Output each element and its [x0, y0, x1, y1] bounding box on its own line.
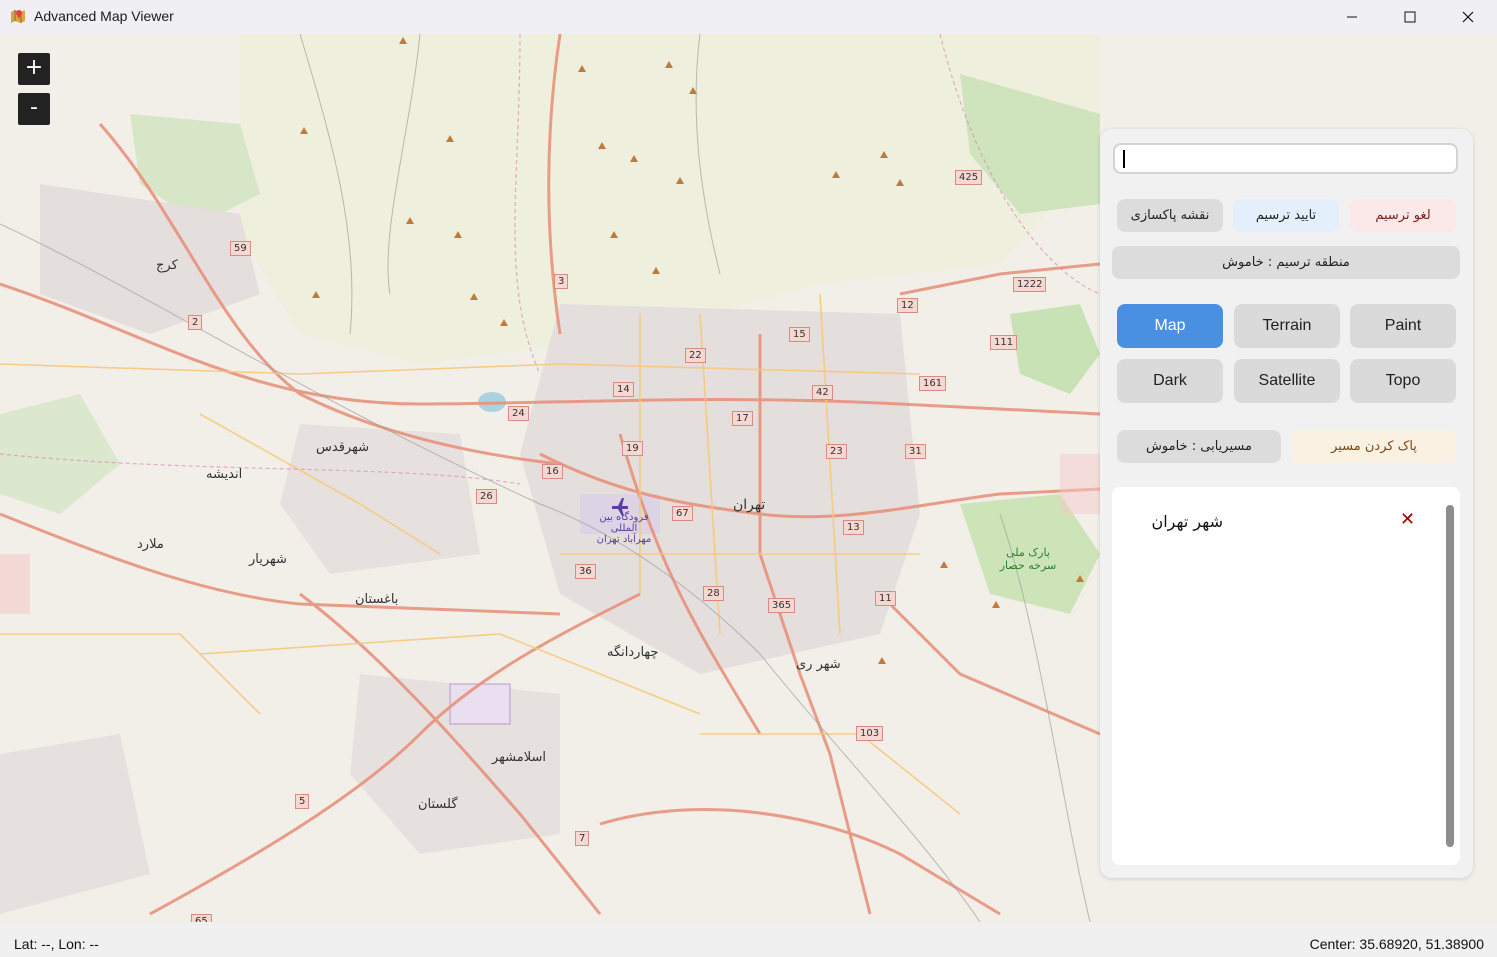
draw-area-status-button[interactable]: منطقه ترسیم : خاموش: [1112, 246, 1460, 279]
road-shield: 22: [685, 348, 706, 363]
maximize-icon: [1404, 11, 1416, 23]
map-app-icon: [11, 10, 25, 23]
layer-topo-button[interactable]: Topo: [1350, 359, 1456, 403]
road-shield: 5: [295, 794, 310, 809]
city-label-golestan: گلستان: [418, 797, 458, 812]
road-shield: 1222: [1013, 277, 1047, 292]
zoom-out-button[interactable]: -: [18, 93, 50, 125]
minimize-button[interactable]: [1323, 0, 1381, 34]
road-shield: 12: [897, 298, 918, 313]
park-label-sorkheh-hesar: پارک ملی سرخه حصار: [999, 546, 1057, 572]
cursor-coordinates: Lat: --, Lon: --: [14, 936, 99, 952]
airport-label: فرودگاه بین المللی مهرآباد تهران: [596, 512, 652, 545]
city-label-shahr-rey: شهر ری: [796, 657, 841, 672]
info-card: شهر تهران ✕: [1112, 487, 1460, 865]
road-shield: 425: [955, 170, 983, 185]
road-shield: 59: [230, 241, 251, 256]
confirm-draw-button[interactable]: تایید ترسیم: [1233, 199, 1339, 232]
road-shield: 31: [905, 444, 926, 459]
road-shield: 65: [191, 914, 212, 922]
road-shield: 14: [613, 382, 634, 397]
layer-satellite-button[interactable]: Satellite: [1234, 359, 1340, 403]
road-shield: 16: [542, 464, 563, 479]
city-label-andisheh: اندیشه: [206, 467, 243, 482]
road-shield: 365: [768, 598, 796, 613]
zoom-in-button[interactable]: +: [18, 53, 50, 85]
road-shield: 13: [843, 520, 864, 535]
search-input[interactable]: [1115, 145, 1466, 174]
layer-terrain-button[interactable]: Terrain: [1234, 304, 1340, 348]
city-label-shahr-qods: شهرقدس: [316, 440, 369, 455]
layer-dark-button[interactable]: Dark: [1117, 359, 1223, 403]
minimize-icon: [1347, 16, 1357, 18]
layer-map-button[interactable]: Map: [1117, 304, 1223, 348]
city-label-baghestan: باغستان: [355, 592, 399, 607]
road-shield: 23: [826, 444, 847, 459]
road-shield: 15: [789, 327, 810, 342]
road-shield: 17: [732, 411, 753, 426]
close-icon: [1462, 11, 1474, 23]
status-bar: Lat: --, Lon: -- Center: 35.68920, 51.38…: [0, 922, 1497, 957]
maximize-button[interactable]: [1381, 0, 1439, 34]
road-shield: 2: [188, 315, 203, 330]
city-label-tehran: تهران: [733, 497, 766, 513]
road-shield: 26: [476, 489, 497, 504]
layer-paint-button[interactable]: Paint: [1350, 304, 1456, 348]
window-title: Advanced Map Viewer: [34, 8, 174, 24]
city-label-chahardangeh: چهاردانگه: [607, 645, 659, 660]
search-field[interactable]: [1113, 143, 1466, 174]
text-caret: [1123, 150, 1125, 168]
info-title: شهر تهران: [1151, 512, 1223, 531]
road-shield: 42: [812, 385, 833, 400]
title-bar: Advanced Map Viewer: [0, 0, 1497, 34]
road-shield: 161: [919, 376, 947, 391]
road-shield: 111: [990, 335, 1018, 350]
city-label-shahriar: شهریار: [249, 552, 287, 567]
road-shield: 67: [672, 506, 693, 521]
city-label-eslamshahr: اسلامشهر: [492, 750, 546, 765]
close-button[interactable]: [1439, 0, 1497, 34]
road-shield: 28: [703, 586, 724, 601]
close-x-icon[interactable]: ✕: [1400, 509, 1415, 530]
clear-map-button[interactable]: نقشه پاکسازی: [1117, 199, 1223, 232]
road-shield: 3: [554, 274, 569, 289]
city-label-malard: ملارد: [137, 537, 164, 552]
road-shield: 11: [875, 591, 896, 606]
clear-route-button[interactable]: پاک کردن مسیر: [1292, 430, 1456, 463]
road-shield: 24: [508, 406, 529, 421]
road-shield: 19: [622, 441, 643, 456]
cancel-draw-button[interactable]: لغو ترسیم: [1350, 199, 1456, 232]
road-shield: 36: [575, 564, 596, 579]
scrollbar[interactable]: [1446, 505, 1454, 847]
road-shield: 103: [856, 726, 884, 741]
control-panel: نقشه پاکسازی تایید ترسیم لغو ترسیم منطقه…: [1100, 129, 1473, 878]
routing-status-button[interactable]: مسیریابی : خاموش: [1117, 430, 1281, 463]
map-center: Center: 35.68920, 51.38900: [1309, 936, 1484, 952]
city-label-karaj: کرج: [156, 258, 178, 273]
road-shield: 7: [575, 831, 590, 846]
